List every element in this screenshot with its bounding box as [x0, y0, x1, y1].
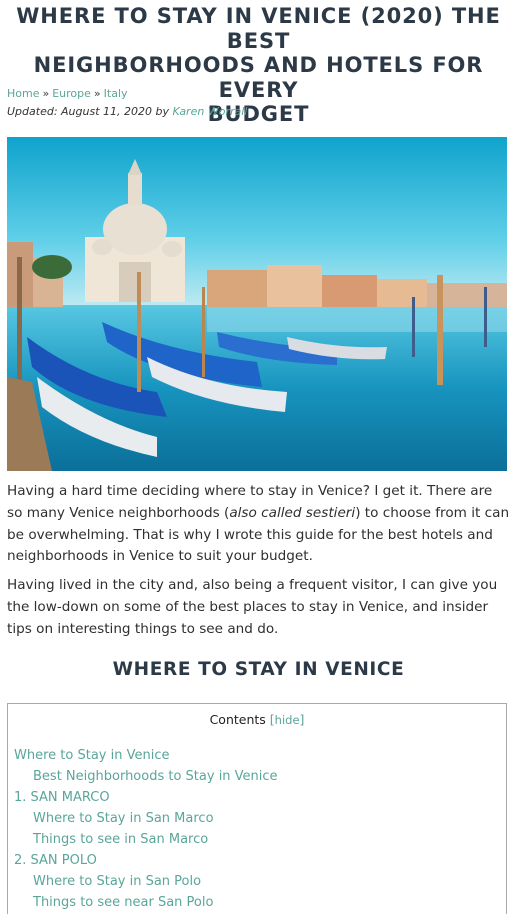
toc-item: Where to Stay in Venice [14, 745, 278, 766]
breadcrumb: Home» Europe» Italy [7, 87, 128, 100]
toc-list: Where to Stay in Venice Best Neighborhoo… [14, 745, 278, 913]
hero-illustration [7, 137, 507, 471]
toc-link-things-san-polo[interactable]: Things to see near San Polo [33, 895, 213, 910]
toc-hide-link[interactable]: hide [275, 713, 300, 727]
intro-paragraph: Having a hard time deciding where to sta… [7, 481, 510, 568]
title-line-1: WHERE TO STAY IN VENICE (2020) THE BEST [16, 4, 501, 53]
toc-link-san-polo[interactable]: 2. SAN POLO [14, 853, 97, 868]
updated-date-text: Updated: August 11, 2020 by [7, 105, 169, 118]
breadcrumb-home-link[interactable]: Home [7, 87, 39, 100]
toc-item: Best Neighborhoods to Stay in Venice [14, 766, 278, 787]
toc-item: Where to Stay in San Polo [14, 871, 278, 892]
toc-link-san-marco[interactable]: 1. SAN MARCO [14, 790, 110, 805]
breadcrumb-separator: » [93, 87, 101, 100]
toc-link-things-san-marco[interactable]: Things to see in San Marco [33, 832, 208, 847]
breadcrumb-italy-link[interactable]: Italy [104, 87, 128, 100]
toc-link-where-to-stay[interactable]: Where to Stay in Venice [14, 748, 169, 763]
author-link[interactable]: Karen Worrall [173, 105, 248, 118]
toc-item: Where to Stay in San Marco [14, 808, 278, 829]
toc-link-where-to-stay-san-marco[interactable]: Where to Stay in San Marco [33, 811, 214, 826]
toc-title: Contents [209, 712, 266, 727]
intro-emphasis: also called sestieri [229, 504, 356, 521]
toc-item: 1. SAN MARCO [14, 787, 278, 808]
updated-byline: Updated: August 11, 2020 by Karen Worral… [7, 105, 247, 118]
toc-item: Things to see in San Marco [14, 829, 278, 850]
hero-image-venice [7, 137, 507, 471]
breadcrumb-europe-link[interactable]: Europe [52, 87, 91, 100]
toc-header: Contents [hide] [8, 712, 506, 727]
article-page: WHERE TO STAY IN VENICE (2020) THE BEST … [0, 0, 517, 914]
table-of-contents: Contents [hide] Where to Stay in Venice … [7, 703, 507, 914]
second-paragraph: Having lived in the city and, also being… [7, 577, 498, 637]
toc-link-best-neighborhoods[interactable]: Best Neighborhoods to Stay in Venice [33, 769, 278, 784]
section-heading: WHERE TO STAY IN VENICE [112, 659, 405, 680]
toc-link-where-to-stay-san-polo[interactable]: Where to Stay in San Polo [33, 874, 201, 889]
toc-item: Things to see near San Polo [14, 892, 278, 913]
toc-bracket-close: ] [299, 712, 305, 727]
toc-item: 2. SAN POLO [14, 850, 278, 871]
breadcrumb-separator: » [42, 87, 50, 100]
